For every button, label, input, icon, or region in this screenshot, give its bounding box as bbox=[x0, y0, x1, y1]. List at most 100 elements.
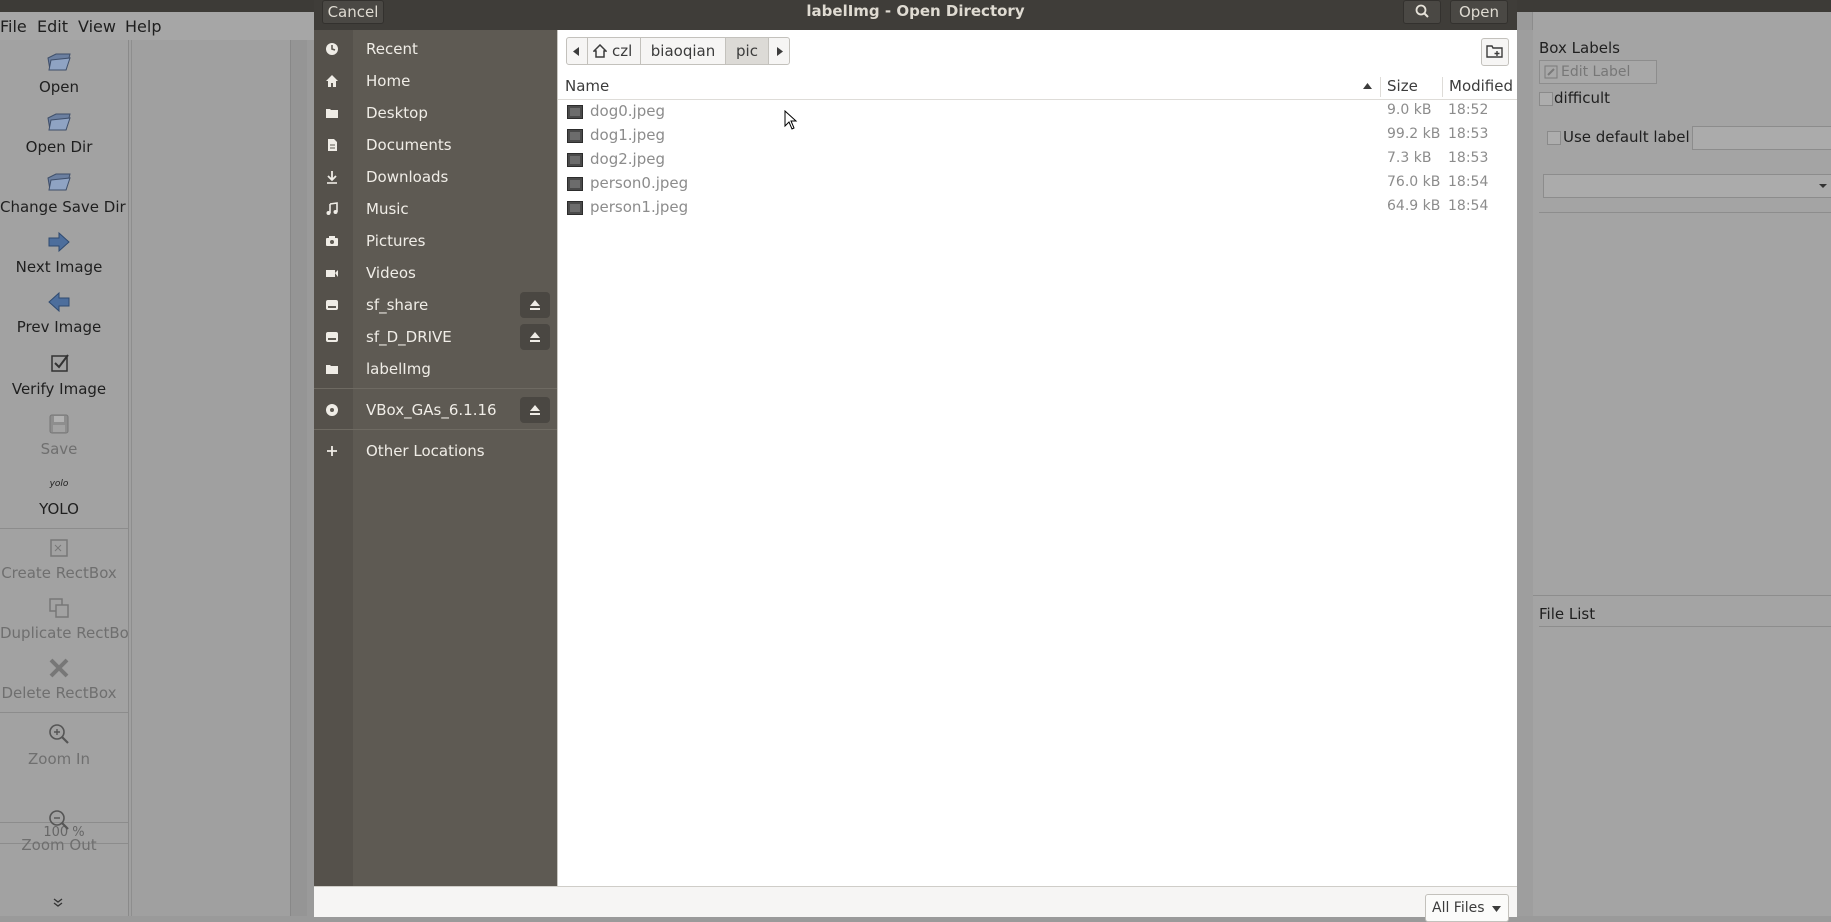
label-list[interactable] bbox=[1539, 212, 1831, 593]
eject-icon bbox=[530, 300, 540, 310]
sidebar-item-recent[interactable]: Recent bbox=[314, 34, 557, 64]
open-button[interactable]: Open bbox=[0, 50, 118, 96]
toolbar-label: YOLO bbox=[39, 500, 79, 518]
zoom-in-button[interactable]: Zoom In bbox=[0, 722, 118, 768]
open-dialog-button[interactable]: Open bbox=[1450, 0, 1508, 24]
home-icon bbox=[593, 44, 607, 58]
menu-edit[interactable]: Edit bbox=[37, 17, 68, 36]
zoom-out-button[interactable]: Zoom Out bbox=[0, 808, 118, 854]
file-size: 7.3 kB bbox=[1387, 150, 1432, 166]
duplicate-rectbox-button[interactable]: Duplicate RectBox bbox=[0, 596, 137, 642]
path-back-button[interactable] bbox=[566, 37, 588, 65]
sidebar-item-vbox-gas[interactable]: VBox_GAs_6.1.16 bbox=[314, 395, 557, 425]
search-button[interactable] bbox=[1403, 0, 1441, 24]
eject-button[interactable] bbox=[520, 324, 550, 350]
cancel-button[interactable]: Cancel bbox=[322, 0, 384, 24]
checkbox-icon bbox=[51, 354, 69, 372]
download-icon bbox=[327, 171, 337, 184]
file-row[interactable]: dog0.jpeg 9.0 kB 18:52 bbox=[558, 100, 1517, 124]
sidebar-item-label: Desktop bbox=[366, 104, 428, 122]
eject-button[interactable] bbox=[520, 397, 550, 423]
sidebar-item-other-locations[interactable]: Other Locations bbox=[314, 436, 557, 466]
sidebar-item-pictures[interactable]: Pictures bbox=[314, 226, 557, 256]
difficult-checkbox[interactable] bbox=[1539, 92, 1553, 106]
image-file-icon bbox=[567, 153, 583, 167]
image-file-icon bbox=[567, 201, 583, 215]
file-row[interactable]: dog1.jpeg 99.2 kB 18:53 bbox=[558, 124, 1517, 148]
file-list[interactable] bbox=[1539, 626, 1831, 917]
file-row[interactable]: person0.jpeg 76.0 kB 18:54 bbox=[558, 172, 1517, 196]
save-icon bbox=[49, 414, 69, 434]
open-dir-button[interactable]: Open Dir bbox=[0, 110, 118, 156]
sidebar-item-downloads[interactable]: Downloads bbox=[314, 162, 557, 192]
default-label-input[interactable] bbox=[1692, 126, 1831, 150]
panel-separator bbox=[1533, 595, 1831, 596]
column-size-header[interactable]: Size bbox=[1387, 77, 1418, 95]
delete-rectbox-button[interactable]: Delete RectBox bbox=[0, 656, 118, 702]
edit-pencil-icon bbox=[1544, 65, 1558, 79]
new-folder-icon bbox=[1486, 45, 1503, 58]
delete-rect-icon bbox=[49, 658, 69, 678]
file-modified: 18:52 bbox=[1448, 102, 1489, 118]
label-combo-box[interactable] bbox=[1543, 174, 1831, 198]
prev-image-button[interactable]: Prev Image bbox=[0, 290, 118, 336]
box-labels-title: Box Labels bbox=[1539, 39, 1620, 57]
menu-file[interactable]: File bbox=[0, 17, 27, 36]
duplicate-rect-icon bbox=[49, 598, 69, 618]
new-folder-button[interactable] bbox=[1481, 38, 1509, 66]
sidebar-item-label: Recent bbox=[366, 40, 418, 58]
open-folder-icon bbox=[47, 53, 71, 71]
sidebar-item-label: Documents bbox=[366, 136, 452, 154]
path-segment-biaoqian[interactable]: biaoqian bbox=[640, 37, 726, 65]
path-segment-czl[interactable]: czl bbox=[587, 37, 641, 65]
sidebar-item-labelimg[interactable]: labelImg bbox=[314, 354, 557, 384]
search-icon bbox=[1415, 4, 1429, 18]
canvas-scrollbar[interactable] bbox=[290, 40, 307, 916]
sidebar-item-videos[interactable]: Videos bbox=[314, 258, 557, 288]
sidebar-item-documents[interactable]: Documents bbox=[314, 130, 557, 160]
edit-label-button[interactable]: Edit Label bbox=[1539, 60, 1657, 84]
image-file-icon bbox=[567, 177, 583, 191]
file-row[interactable]: dog2.jpeg 7.3 kB 18:53 bbox=[558, 148, 1517, 172]
verify-image-button[interactable]: Verify Image bbox=[0, 352, 118, 398]
sidebar-item-music[interactable]: Music bbox=[314, 194, 557, 224]
sidebar-item-desktop[interactable]: Desktop bbox=[314, 98, 557, 128]
path-segment-pic[interactable]: pic bbox=[725, 37, 769, 65]
file-row[interactable]: person1.jpeg 64.9 kB 18:54 bbox=[558, 196, 1517, 220]
column-modified-header[interactable]: Modified bbox=[1449, 77, 1513, 95]
file-name: dog2.jpeg bbox=[590, 150, 665, 168]
create-rectbox-button[interactable]: Create RectBox bbox=[0, 536, 118, 582]
use-default-label-checkbox[interactable] bbox=[1547, 131, 1561, 145]
sidebar-item-home[interactable]: Home bbox=[314, 66, 557, 96]
difficult-label: difficult bbox=[1554, 89, 1610, 107]
save-button[interactable]: Save bbox=[0, 412, 118, 458]
toolbar-separator bbox=[0, 528, 128, 529]
menu-view[interactable]: View bbox=[78, 17, 116, 36]
yolo-format-icon: yolo bbox=[49, 479, 69, 489]
arrow-right-icon bbox=[48, 231, 70, 253]
image-file-icon bbox=[567, 105, 583, 119]
change-save-dir-button[interactable]: Change Save Dir bbox=[0, 170, 126, 216]
toolbar-label: Zoom Out bbox=[21, 836, 97, 854]
file-name: dog1.jpeg bbox=[590, 126, 665, 144]
yolo-format-button[interactable]: yolo YOLO bbox=[0, 472, 118, 518]
sidebar-separator bbox=[314, 388, 557, 389]
path-forward-button[interactable] bbox=[768, 37, 790, 65]
sidebar-item-sf-d-drive[interactable]: sf_D_DRIVE bbox=[314, 322, 557, 352]
menu-help[interactable]: Help bbox=[125, 17, 161, 36]
next-image-button[interactable]: Next Image bbox=[0, 230, 118, 276]
file-filter-label: All Files bbox=[1432, 900, 1485, 916]
zoom-out-icon bbox=[49, 810, 69, 830]
eject-icon bbox=[530, 405, 540, 415]
folder-icon bbox=[326, 365, 338, 374]
column-name-header[interactable]: Name bbox=[565, 77, 609, 95]
eject-button[interactable] bbox=[520, 292, 550, 318]
drive-icon bbox=[326, 332, 338, 342]
toolbar-expand-chevron-icon[interactable] bbox=[53, 898, 63, 908]
sidebar-item-label: sf_share bbox=[366, 296, 429, 314]
file-filter-dropdown[interactable]: All Files bbox=[1425, 894, 1509, 922]
sidebar-item-label: Pictures bbox=[366, 232, 426, 250]
zoom-in-icon bbox=[49, 724, 69, 744]
sidebar-item-sf-share[interactable]: sf_share bbox=[314, 290, 557, 320]
music-icon bbox=[326, 202, 338, 215]
